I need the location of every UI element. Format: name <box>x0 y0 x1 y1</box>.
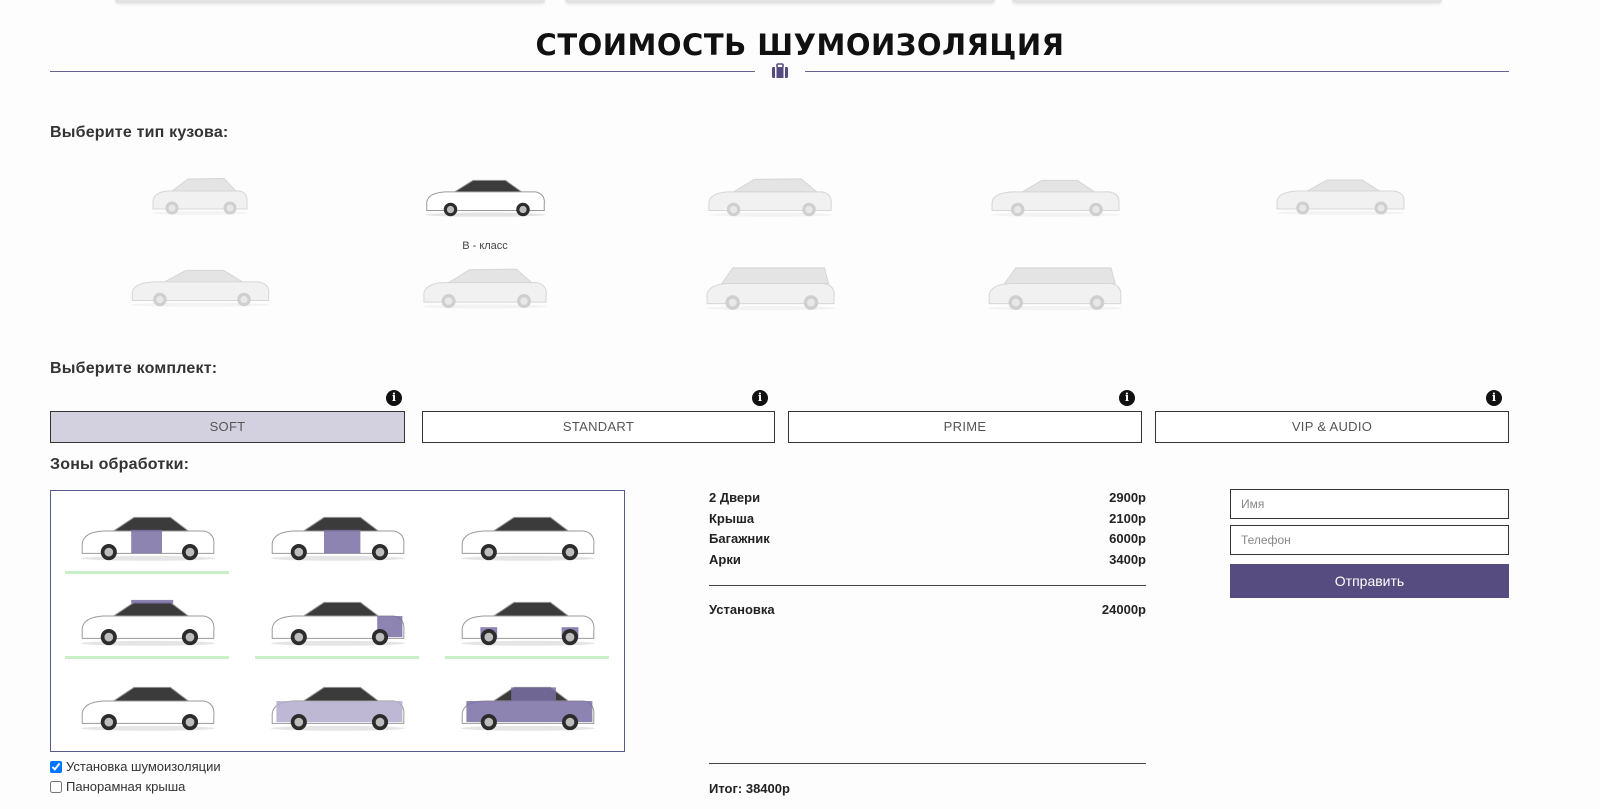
crossover-car-icon <box>385 260 585 314</box>
top-card-edges <box>0 0 1600 6</box>
body-type-option[interactable] <box>100 170 300 260</box>
briefcase-icon <box>772 63 788 78</box>
hatchback-car-icon <box>100 170 300 220</box>
body-type-option[interactable] <box>670 260 870 350</box>
price-item-name: Багажник <box>709 531 770 546</box>
body-type-option[interactable] <box>955 260 1155 350</box>
zone-hood[interactable] <box>443 499 613 574</box>
kit-soft-button[interactable]: SOFT <box>50 411 405 443</box>
car-zone-icon <box>268 590 408 657</box>
car-zone-icon <box>458 675 598 742</box>
price-item-value: 3400р <box>1109 551 1146 567</box>
price-row: Багажник 6000р <box>709 531 1146 552</box>
install-name: Установка <box>709 602 775 617</box>
zone-selected-indicator <box>445 656 609 659</box>
card-edge <box>115 0 545 3</box>
body-type-option[interactable] <box>670 170 870 260</box>
price-item-name: Арки <box>709 551 741 567</box>
card-edge <box>565 0 995 3</box>
body-type-option[interactable]: B - класс <box>385 170 585 260</box>
zones-panel <box>50 490 625 752</box>
zone-roof[interactable] <box>63 584 233 659</box>
body-type-label: Выберите тип кузова: <box>50 124 229 141</box>
zone-rear-doors[interactable] <box>253 499 423 574</box>
car-zone-icon <box>458 590 598 657</box>
title-divider-right <box>805 71 1509 72</box>
body-type-option[interactable] <box>100 260 300 350</box>
price-list: 2 Двери 2900р Крыша 2100р Багажник 6000р… <box>709 490 1146 572</box>
install-option[interactable]: Установка шумоизоляции <box>50 759 221 774</box>
price-item-value: 2100р <box>1109 510 1146 526</box>
kit-label: Выберите комплект: <box>50 360 218 377</box>
price-item-name: Крыша <box>709 510 755 526</box>
body-type-option[interactable] <box>955 170 1155 260</box>
price-row: Арки 3400р <box>709 552 1146 573</box>
install-price: Установка 24000р <box>709 602 1146 623</box>
car-zone-icon <box>78 505 218 572</box>
car-zone-icon <box>78 590 218 657</box>
zone-selected-indicator <box>65 656 229 659</box>
info-icon[interactable]: i <box>386 390 402 406</box>
body-type-caption: B - класс <box>462 240 508 252</box>
install-option-label: Установка шумоизоляции <box>66 759 221 774</box>
name-input[interactable] <box>1230 489 1509 519</box>
sedan-b-class-car-icon <box>385 170 585 222</box>
zone-full-body-dark[interactable] <box>443 669 613 744</box>
phone-input[interactable] <box>1230 525 1509 555</box>
price-item-value: 2900р <box>1109 490 1146 505</box>
total-price: Итог: 38400р <box>709 781 790 796</box>
install-value: 24000р <box>1101 602 1146 617</box>
kit-standart-button[interactable]: STANDART <box>422 411 775 443</box>
price-item-value: 6000р <box>1109 531 1146 546</box>
price-row: Установка 24000р <box>709 602 1146 623</box>
install-checkbox[interactable] <box>50 760 62 773</box>
title-divider-left <box>50 71 755 72</box>
zone-trunk[interactable] <box>253 584 423 659</box>
price-item-name: 2 Двери <box>709 490 761 505</box>
zone-selected-indicator <box>65 571 229 574</box>
minivan-car-icon <box>955 260 1155 316</box>
car-zone-icon <box>78 675 218 742</box>
panoramic-roof-option[interactable]: Панорамная крыша <box>50 779 185 794</box>
page-title: СТОИМОСТЬ ШУМОИЗОЛЯЦИЯ <box>535 28 1065 62</box>
card-edge <box>1012 0 1442 3</box>
car-zone-icon <box>458 505 598 572</box>
price-row: 2 Двери 2900р <box>709 490 1146 511</box>
zone-selected-indicator <box>255 656 419 659</box>
car-zone-icon <box>268 505 408 572</box>
info-icon[interactable]: i <box>752 390 768 406</box>
zone-full-body[interactable] <box>253 669 423 744</box>
zones-label: Зоны обработки: <box>50 456 190 473</box>
info-icon[interactable]: i <box>1486 390 1502 406</box>
panoramic-roof-option-label: Панорамная крыша <box>66 779 186 794</box>
kit-prime-button[interactable]: PRIME <box>788 411 1142 443</box>
panoramic-roof-checkbox[interactable] <box>50 780 62 793</box>
price-row: Крыша 2100р <box>709 511 1146 532</box>
body-type-option[interactable] <box>385 260 585 350</box>
price-divider <box>709 585 1146 586</box>
submit-button[interactable]: Отправить <box>1230 564 1509 598</box>
zone-arches[interactable] <box>443 584 613 659</box>
car-zone-icon <box>268 675 408 742</box>
body-type-option[interactable] <box>1240 170 1440 260</box>
suv-car-icon <box>670 260 870 316</box>
hatchback-c-class-car-icon <box>670 170 870 222</box>
total-divider <box>709 763 1146 764</box>
kit-vip-audio-button[interactable]: VIP & AUDIO <box>1155 411 1509 443</box>
sedan-d-class-car-icon <box>955 170 1155 222</box>
zone-floor[interactable] <box>63 669 233 744</box>
liftback-car-icon <box>100 260 300 312</box>
zone-front-doors[interactable] <box>63 499 233 574</box>
sedan-e-class-car-icon <box>1240 170 1440 220</box>
info-icon[interactable]: i <box>1119 390 1135 406</box>
